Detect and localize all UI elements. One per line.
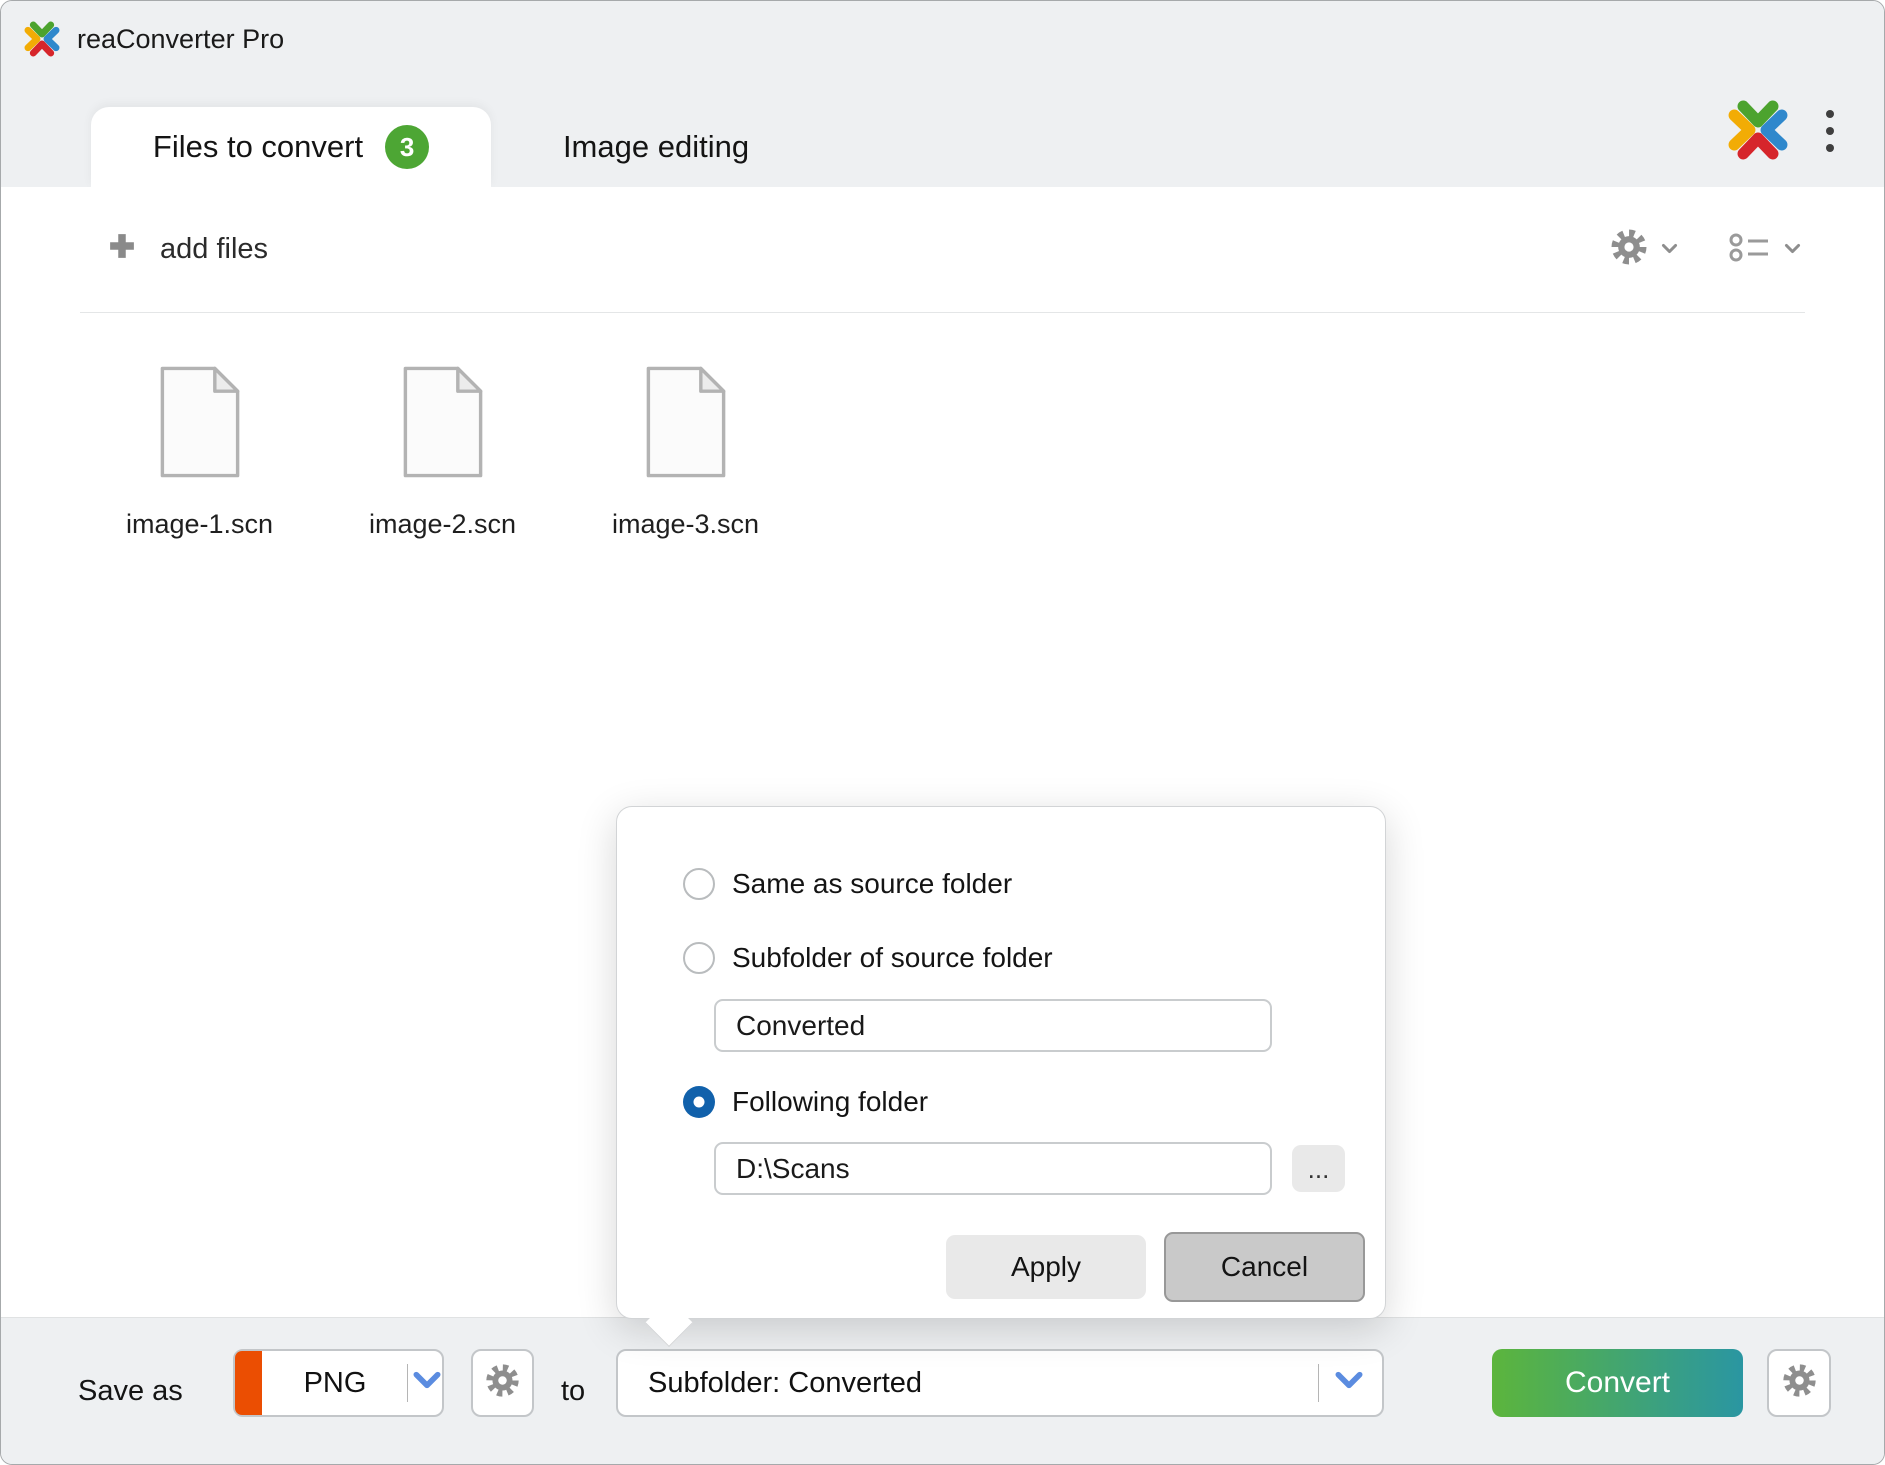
conversion-settings-button[interactable] (1609, 227, 1678, 272)
destination-value: Subfolder: Converted (648, 1351, 922, 1415)
app-logo-icon (23, 20, 61, 58)
radio-option-label: Subfolder of source folder (732, 942, 1053, 974)
format-value: PNG (262, 1351, 408, 1415)
view-options-button[interactable] (1728, 232, 1801, 267)
cancel-button[interactable]: Cancel (1164, 1232, 1365, 1302)
format-dropdown[interactable]: PNG (233, 1349, 444, 1417)
chevron-down-icon[interactable] (412, 1369, 442, 1397)
format-settings-button[interactable] (471, 1349, 534, 1417)
window-title: reaConverter Pro (77, 1, 284, 77)
add-files-button[interactable]: add files (80, 231, 268, 269)
kebab-menu-button[interactable] (1811, 103, 1849, 159)
list-view-icon (1728, 232, 1772, 267)
files-grid: image-1.scn image-2.scn image-3.scn (78, 365, 807, 540)
radio-option-subfolder[interactable]: Subfolder of source folder (683, 941, 1053, 975)
file-item[interactable]: image-2.scn (321, 365, 564, 540)
destination-folder-popup: Same as source folder Subfolder of sourc… (616, 806, 1386, 1319)
chevron-down-icon[interactable] (1334, 1369, 1364, 1397)
radio-option-same-as-source[interactable]: Same as source folder (683, 867, 1012, 901)
convert-button[interactable]: Convert (1492, 1349, 1743, 1417)
divider (407, 1364, 408, 1402)
subfolder-name-input[interactable] (714, 999, 1272, 1052)
file-name: image-3.scn (612, 509, 759, 540)
to-label: to (561, 1318, 585, 1465)
apply-button[interactable]: Apply (946, 1235, 1146, 1299)
file-name: image-2.scn (369, 509, 516, 540)
save-as-label: Save as (78, 1318, 183, 1465)
file-item[interactable]: image-1.scn (78, 365, 321, 540)
format-color-stripe (235, 1351, 262, 1415)
divider (1318, 1364, 1319, 1402)
tab-image-editing-label: Image editing (563, 129, 749, 165)
file-item[interactable]: image-3.scn (564, 365, 807, 540)
document-icon (397, 365, 489, 484)
radio-icon (683, 942, 715, 974)
radio-icon (683, 1086, 715, 1118)
folder-path-input[interactable] (714, 1142, 1272, 1195)
convert-settings-button[interactable] (1767, 1349, 1831, 1417)
gear-icon (484, 1362, 521, 1404)
destination-dropdown[interactable]: Subfolder: Converted (616, 1349, 1384, 1417)
radio-icon (683, 868, 715, 900)
app-logo-icon (1726, 98, 1790, 162)
header: reaConverter Pro ✕ Files to convert 3 Im… (1, 1, 1884, 187)
gear-icon (1609, 227, 1649, 272)
radio-option-following-folder[interactable]: Following folder (683, 1085, 928, 1119)
gear-icon (1781, 1362, 1818, 1404)
bottom-bar: Save as PNG to Subfolder: Converted Conv… (1, 1317, 1884, 1464)
file-name: image-1.scn (126, 509, 273, 540)
plus-icon (107, 231, 137, 269)
chevron-down-icon (1784, 241, 1801, 259)
tab-files-to-convert-label: Files to convert (153, 129, 363, 165)
radio-option-label: Same as source folder (732, 868, 1012, 900)
radio-option-label: Following folder (732, 1086, 928, 1118)
browse-folder-button[interactable]: ... (1292, 1145, 1345, 1192)
tab-files-to-convert[interactable]: Files to convert 3 (91, 107, 491, 187)
document-icon (154, 365, 246, 484)
document-icon (640, 365, 732, 484)
add-files-label: add files (160, 233, 268, 266)
files-count-badge: 3 (385, 125, 429, 169)
tab-image-editing[interactable]: Image editing (491, 107, 821, 187)
chevron-down-icon (1661, 241, 1678, 259)
toolbar-right-group (1609, 227, 1805, 272)
app-window: reaConverter Pro ✕ Files to convert 3 Im… (0, 0, 1885, 1465)
files-toolbar: add files (80, 187, 1805, 313)
